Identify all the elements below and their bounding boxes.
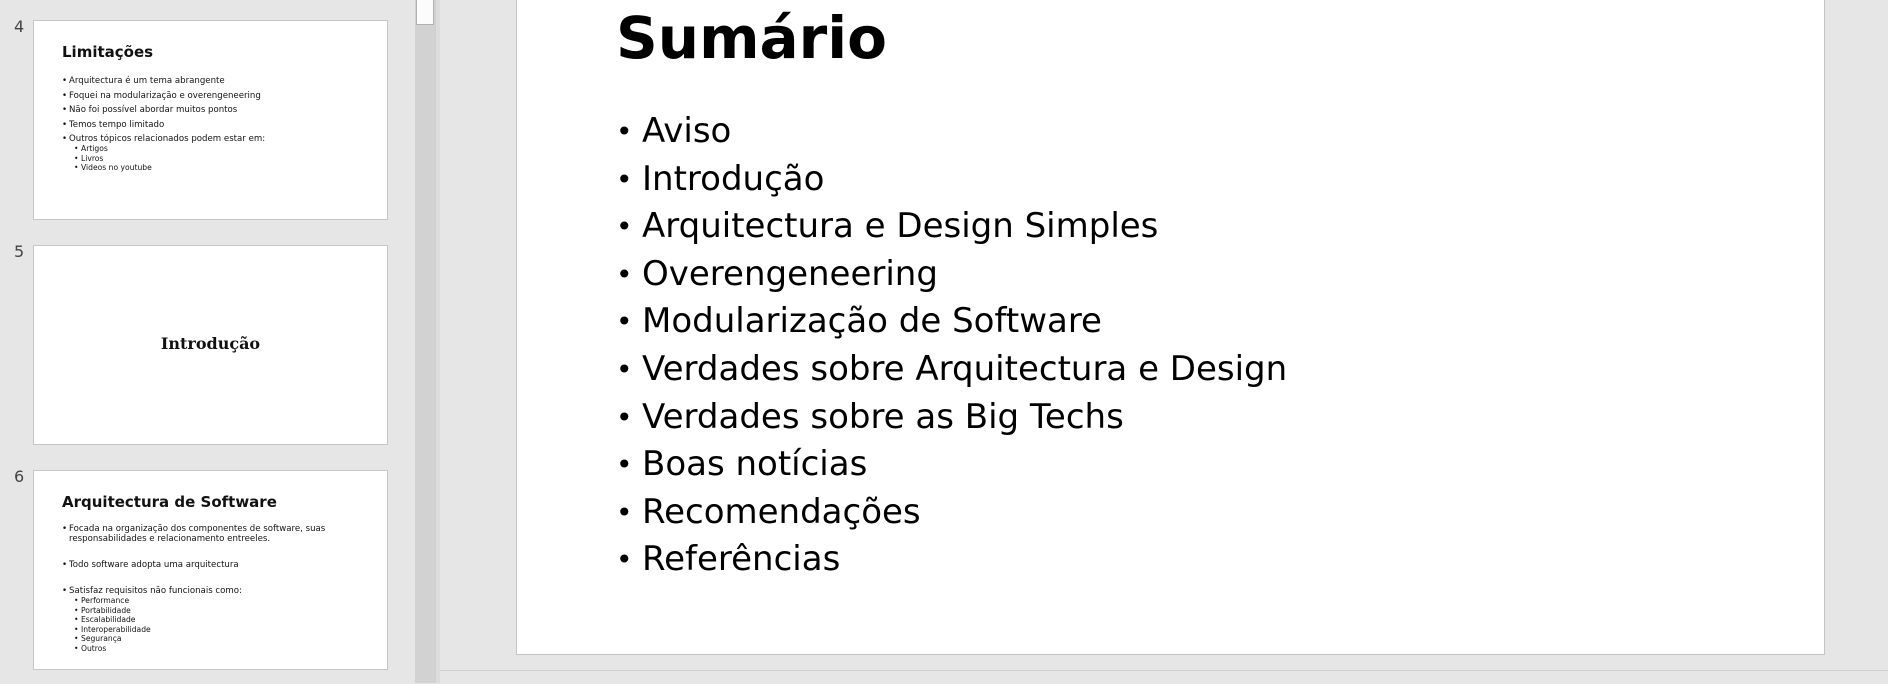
list-item: Overengeneering <box>616 251 1287 299</box>
list-item: Boas notícias <box>616 441 1287 489</box>
slide-thumbnail-4[interactable]: Limitações Arquitectura é um tema abrang… <box>33 20 388 220</box>
list-item: Aviso <box>616 108 1287 156</box>
slide-number-5: 5 <box>14 242 25 261</box>
current-slide[interactable]: Sumário Aviso Introdução Arquitectura e … <box>516 0 1825 655</box>
thumbnail-title: Arquitectura de Software <box>62 493 277 511</box>
list-item: Verdades sobre Arquitectura e Design <box>616 346 1287 394</box>
list-item: Segurança <box>62 634 367 644</box>
slide-title[interactable]: Sumário <box>616 4 887 72</box>
list-item: Verdades sobre as Big Techs <box>616 394 1287 442</box>
list-item: Videos no youtube <box>62 163 367 173</box>
list-item: Outros tópicos relacionados podem estar … <box>62 134 367 144</box>
list-item: Não foi possível abordar muitos pontos <box>62 105 367 115</box>
list-item: Arquitectura e Design Simples <box>616 203 1287 251</box>
editor-horizontal-scrollbar[interactable] <box>440 670 1888 684</box>
thumbnail-title: Introdução <box>160 334 261 353</box>
list-item: Foquei na modularização e overengeneerin… <box>62 91 367 101</box>
list-item: Arquitectura é um tema abrangente <box>62 76 367 86</box>
slide-editor-area: Sumário Aviso Introdução Arquitectura e … <box>440 0 1888 670</box>
thumbnail-pane-scrollbar[interactable] <box>415 0 435 683</box>
list-item: Referências <box>616 536 1287 584</box>
list-item: Escalabilidade <box>62 615 367 625</box>
list-item: Livros <box>62 154 367 164</box>
list-item: Outros <box>62 644 367 654</box>
list-item: Performance <box>62 596 367 606</box>
list-item: Todo software adopta uma arquitectura <box>62 560 367 570</box>
list-item: Portabilidade <box>62 606 367 616</box>
thumbnail-title: Limitações <box>62 43 154 61</box>
thumbnail-bullet-list: Focada na organização dos componentes de… <box>62 524 367 654</box>
list-item: Focada na organização dos componentes de… <box>62 524 367 544</box>
list-item: Temos tempo limitado <box>62 120 367 130</box>
list-item: Modularização de Software <box>616 298 1287 346</box>
list-item: Satisfaz requisitos não funcionais como: <box>62 586 367 596</box>
list-item: Interoperabilidade <box>62 625 367 635</box>
slide-thumbnail-pane: 4 Limitações Arquitectura é um tema abra… <box>0 0 415 683</box>
list-item: Recomendações <box>616 489 1287 537</box>
slide-thumbnail-5[interactable]: Introdução <box>33 245 388 445</box>
list-item: Introdução <box>616 156 1287 204</box>
thumbnail-bullet-list: Arquitectura é um tema abrangente Foquei… <box>62 76 367 173</box>
slide-thumbnail-6[interactable]: Arquitectura de Software Focada na organ… <box>33 470 388 670</box>
scrollbar-thumb[interactable] <box>416 0 434 25</box>
slide-number-4: 4 <box>14 17 25 36</box>
slide-number-6: 6 <box>14 467 25 486</box>
slide-bullet-list[interactable]: Aviso Introdução Arquitectura e Design S… <box>616 108 1287 584</box>
list-item: Artigos <box>62 144 367 154</box>
